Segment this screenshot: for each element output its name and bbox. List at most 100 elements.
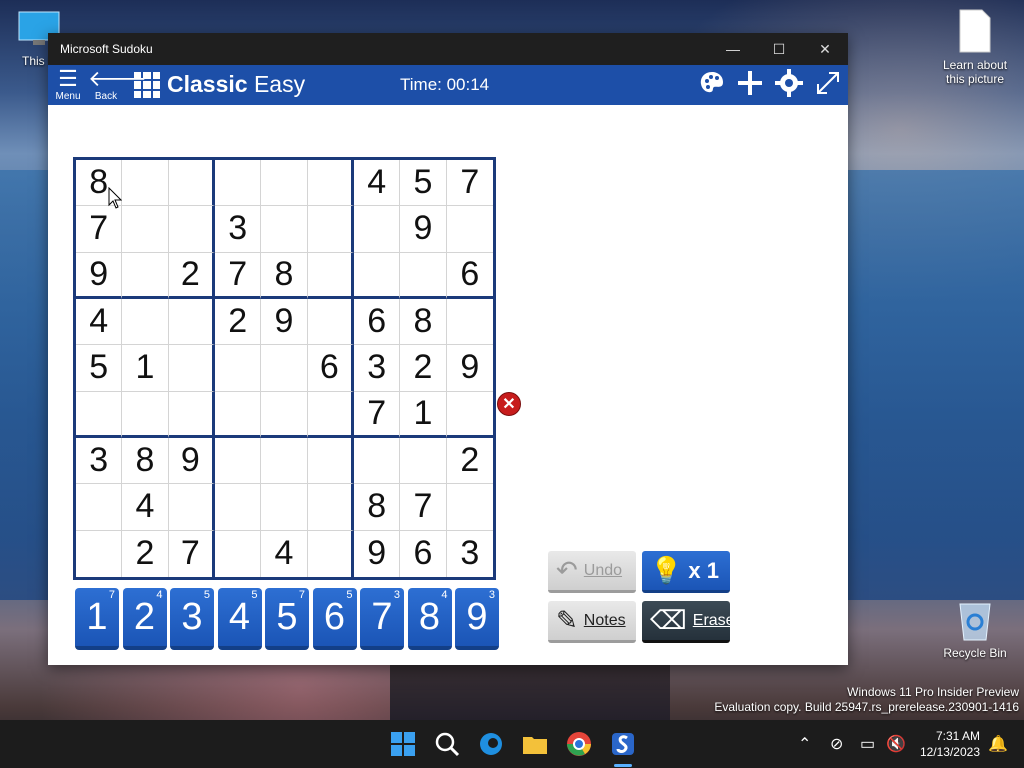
board-cell[interactable] (76, 484, 123, 531)
network-off-icon[interactable]: ⊘ (830, 734, 843, 754)
board-cell[interactable]: 4 (353, 160, 401, 207)
volume-muted-icon[interactable]: 🔇 (886, 734, 906, 754)
board-cell[interactable] (214, 484, 262, 531)
file-explorer-icon[interactable] (521, 730, 549, 758)
board-cell[interactable] (215, 530, 262, 577)
number-key-1[interactable]: 17 (75, 588, 119, 650)
board-cell[interactable] (261, 484, 308, 531)
sudoku-app-icon[interactable] (609, 730, 637, 758)
erase-button[interactable]: ⌫ Erase (642, 601, 735, 643)
expand-icon[interactable] (814, 69, 842, 97)
board-cell[interactable]: 2 (446, 438, 493, 485)
board-cell[interactable]: 9 (76, 252, 123, 299)
board-cell[interactable] (168, 484, 215, 531)
board-cell[interactable] (307, 160, 354, 207)
board-cell[interactable]: 4 (76, 298, 123, 346)
board-cell[interactable] (307, 206, 354, 253)
board-cell[interactable]: 5 (76, 345, 123, 392)
board-cell[interactable] (168, 206, 215, 253)
gear-icon[interactable] (775, 69, 803, 97)
board-cell[interactable]: 7 (446, 160, 493, 207)
board-cell[interactable]: 9 (400, 206, 447, 253)
board-cell[interactable] (168, 391, 215, 438)
board-cell[interactable] (122, 252, 169, 299)
board-cell[interactable] (400, 437, 447, 485)
windows-start-icon[interactable] (389, 730, 417, 758)
minimize-button[interactable]: — (710, 33, 756, 65)
board-cell[interactable]: 6 (400, 530, 447, 577)
edge-browser-icon[interactable] (477, 730, 505, 758)
board-cell[interactable]: 3 (76, 437, 123, 485)
board-cell[interactable] (214, 437, 262, 485)
board-cell[interactable] (261, 437, 308, 485)
board-cell[interactable]: 9 (261, 298, 308, 346)
board-cell[interactable]: 2 (122, 530, 169, 577)
board-cell[interactable] (307, 437, 354, 485)
board-cell[interactable]: 9 (168, 437, 215, 485)
board-cell[interactable] (307, 252, 354, 299)
board-cell[interactable] (122, 160, 169, 207)
board-cell[interactable]: 9 (354, 530, 401, 577)
board-cell[interactable] (122, 391, 169, 438)
board-cell[interactable] (122, 298, 169, 346)
board-cell[interactable] (307, 484, 354, 531)
board-cell[interactable]: 8 (122, 437, 169, 485)
hint-button[interactable]: 💡 x 1 (642, 551, 730, 593)
board-cell[interactable] (214, 391, 262, 438)
board-cell[interactable] (214, 345, 262, 392)
number-key-2[interactable]: 24 (122, 588, 167, 650)
board-cell[interactable]: 7 (353, 391, 401, 438)
board-cell[interactable]: 2 (214, 298, 262, 346)
board-cell[interactable] (308, 530, 354, 577)
plus-icon[interactable] (736, 69, 764, 97)
board-cell[interactable] (353, 437, 401, 485)
board-cell[interactable]: 1 (400, 391, 447, 438)
board-cell[interactable]: 2 (168, 252, 215, 299)
number-key-3[interactable]: 35 (170, 588, 214, 650)
board-cell[interactable] (446, 299, 493, 346)
board-cell[interactable] (214, 160, 262, 207)
desktop-icon-recycle-bin[interactable]: Recycle Bin (940, 598, 1010, 660)
taskbar-clock[interactable]: 7:31 AM 12/13/2023 (920, 728, 980, 760)
board-cell[interactable]: 6 (307, 345, 354, 392)
number-key-6[interactable]: 65 (312, 588, 357, 650)
board-cell[interactable]: 3 (353, 345, 401, 392)
board-cell[interactable] (168, 345, 215, 392)
board-cell[interactable] (307, 298, 354, 346)
board-cell[interactable]: 8 (261, 252, 308, 299)
board-cell[interactable]: 3 (447, 531, 493, 577)
number-key-7[interactable]: 73 (360, 588, 404, 650)
palette-icon[interactable] (698, 69, 726, 97)
board-cell[interactable] (446, 484, 493, 531)
desktop-icon-learn[interactable]: Learn about this picture (940, 8, 1010, 86)
chrome-icon[interactable] (565, 730, 593, 758)
close-button[interactable]: ✕ (802, 33, 848, 65)
number-key-5[interactable]: 57 (265, 588, 309, 650)
board-cell[interactable]: 6 (446, 253, 493, 299)
board-cell[interactable]: 4 (122, 484, 169, 531)
board-cell[interactable]: 5 (400, 160, 447, 207)
board-cell[interactable]: 4 (261, 530, 308, 577)
board-cell[interactable]: 7 (400, 484, 447, 531)
notification-bell-icon[interactable]: 🔔 (988, 734, 1008, 754)
number-key-8[interactable]: 84 (407, 588, 452, 650)
search-icon[interactable] (433, 730, 461, 758)
menu-button[interactable]: ☰ Menu (50, 67, 86, 103)
board-cell[interactable]: 8 (353, 484, 401, 531)
chevron-up-icon[interactable]: ⌃ (798, 734, 811, 754)
board-cell[interactable] (76, 530, 123, 577)
board-cell[interactable]: 3 (214, 206, 262, 253)
board-cell[interactable] (400, 252, 447, 299)
board-cell[interactable] (76, 391, 123, 438)
board-cell[interactable] (446, 206, 493, 253)
notes-button[interactable]: ✎ Notes (548, 601, 636, 643)
board-cell[interactable] (261, 206, 308, 253)
board-cell[interactable] (353, 206, 401, 253)
number-key-4[interactable]: 45 (217, 588, 262, 650)
board-cell[interactable] (168, 298, 215, 346)
board-cell[interactable] (122, 206, 169, 253)
board-cell[interactable] (261, 160, 308, 207)
board-cell[interactable]: 6 (353, 298, 401, 346)
display-icon[interactable]: ▭ (860, 734, 875, 754)
board-cell[interactable]: 2 (400, 345, 447, 392)
